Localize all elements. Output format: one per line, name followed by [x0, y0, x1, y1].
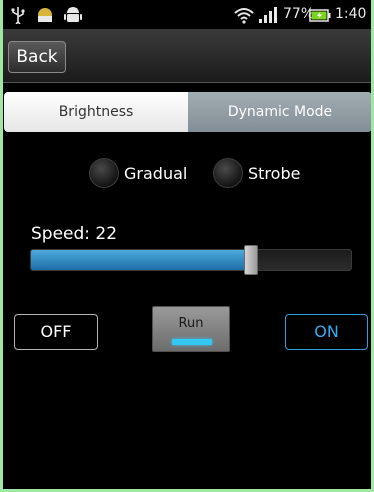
radio-gradual[interactable]: Gradual [89, 158, 187, 188]
device-frame: 77% 1:40 Back Brightness Dynamic Mode Gr… [0, 0, 374, 492]
speed-label: Speed: 22 [31, 224, 118, 244]
status-bar: 77% 1:40 [3, 0, 371, 29]
signal-icon [259, 7, 277, 23]
tab-brightness[interactable]: Brightness [4, 92, 188, 132]
run-button-label: Run [178, 316, 204, 331]
run-indicator-light [172, 339, 212, 345]
wifi-icon [234, 8, 254, 24]
tab-dynamic-mode[interactable]: Dynamic Mode [188, 92, 371, 132]
speed-slider-fill [31, 250, 252, 270]
off-button[interactable]: OFF [14, 314, 98, 350]
radio-strobe-label: Strobe [248, 163, 301, 183]
radio-button-circle[interactable] [89, 158, 119, 188]
on-button[interactable]: ON [285, 314, 368, 350]
title-bar: Back [3, 29, 371, 83]
speed-slider-thumb[interactable] [244, 245, 258, 275]
radio-strobe[interactable]: Strobe [213, 158, 300, 188]
battery-icon [309, 9, 331, 22]
radio-gradual-label: Gradual [124, 163, 188, 183]
run-button[interactable]: Run [152, 306, 230, 352]
usb-icon [11, 7, 25, 24]
android-icon [64, 7, 82, 22]
clock: 1:40 [335, 6, 367, 22]
speed-slider[interactable] [30, 249, 352, 271]
app-screen: 77% 1:40 Back Brightness Dynamic Mode Gr… [3, 0, 371, 489]
back-button[interactable]: Back [8, 41, 66, 73]
notification-icon [38, 8, 52, 22]
radio-button-circle[interactable] [213, 158, 243, 188]
mode-tabs: Brightness Dynamic Mode [4, 92, 371, 132]
